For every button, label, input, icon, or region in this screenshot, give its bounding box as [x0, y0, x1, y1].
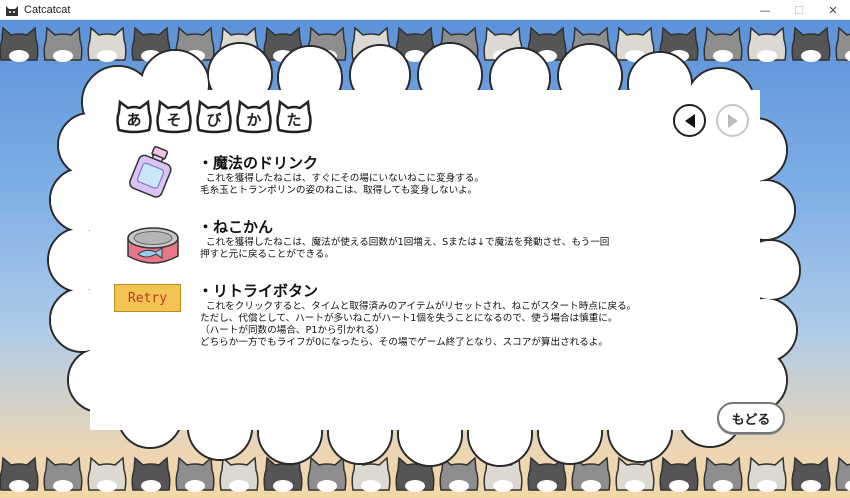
tab-3[interactable]: か — [234, 100, 274, 134]
tab-label: び — [206, 111, 222, 129]
tab-0[interactable]: あ — [114, 100, 154, 134]
back-button[interactable]: もどる — [717, 402, 785, 434]
prev-page-button[interactable] — [673, 104, 706, 137]
catcan-item-description: これを獲得したねこは、魔法が使える回数が1回増え、Sまたは↓で魔法を発動させ、も… — [200, 237, 610, 261]
maximize-button[interactable]: ☐ — [782, 0, 816, 20]
cat-food-can-icon — [127, 227, 179, 264]
tab-label: あ — [126, 111, 142, 129]
howto-panel: あ そ び か た ・魔法のドリンク これを獲得したねこは、すぐにその場にいないねこに変… — [0, 20, 850, 498]
tab-label: そ — [166, 111, 182, 129]
tab-2[interactable]: び — [194, 100, 234, 134]
potion-bottle-icon — [129, 146, 172, 198]
tab-1[interactable]: そ — [154, 100, 194, 134]
close-button[interactable]: ✕ — [816, 0, 850, 20]
drink-item-description: これを獲得したねこは、すぐにその場にいないねこに変身する。 毛糸玉とトランポリン… — [200, 173, 485, 197]
description-line: ただし、代償として、ハートが多いねこがハート1個を失うことになるので、使う場合は… — [200, 313, 618, 324]
retry-button[interactable]: Retry — [114, 284, 181, 312]
description-line: これを獲得したねこは、魔法が使える回数が1回増え、Sまたは↓で魔法を発動させ、も… — [206, 237, 610, 248]
triangle-right-icon — [727, 113, 738, 128]
description-line: 毛糸玉とトランポリンの姿のねこは、取得しても変身しないよ。 — [200, 185, 478, 196]
game-screen: あ そ び か た ・魔法のドリンク これを獲得したねこは、すぐにその場にいないねこに変… — [0, 20, 850, 498]
tab-4[interactable]: た — [274, 100, 314, 134]
next-page-button[interactable] — [716, 104, 749, 137]
cat-app-icon — [6, 5, 18, 16]
catcan-item-title: ・ねこかん — [198, 218, 274, 236]
description-line: （ハートが同数の場合、P1から引かれる） — [200, 325, 385, 336]
description-line: どちらか一方でもライフが0になったら、その場でゲーム終了となり、スコアが算出され… — [200, 337, 609, 348]
retry-item-title: ・リトライボタン — [198, 282, 319, 300]
tab-label: た — [286, 111, 302, 129]
tab-label: か — [246, 111, 262, 129]
window-controls: — ☐ ✕ — [748, 0, 850, 20]
minimize-button[interactable]: — — [748, 0, 782, 20]
drink-item-title: ・魔法のドリンク — [198, 154, 319, 172]
description-line: これをクリックすると、タイムと取得済みのアイテムがリセットされ、ねこがスタート時… — [206, 301, 637, 312]
description-line: これを獲得したねこは、すぐにその場にいないねこに変身する。 — [206, 173, 485, 184]
retry-item-description: これをクリックすると、タイムと取得済みのアイテムがリセットされ、ねこがスタート時… — [200, 301, 637, 349]
triangle-left-icon — [684, 113, 695, 128]
description-line: 押すと元に戻ることができる。 — [200, 249, 335, 260]
window-title: Catcatcat — [24, 3, 71, 16]
window-titlebar: Catcatcat — ☐ ✕ — [0, 0, 850, 20]
title-tabs: あそびかた — [114, 100, 314, 134]
